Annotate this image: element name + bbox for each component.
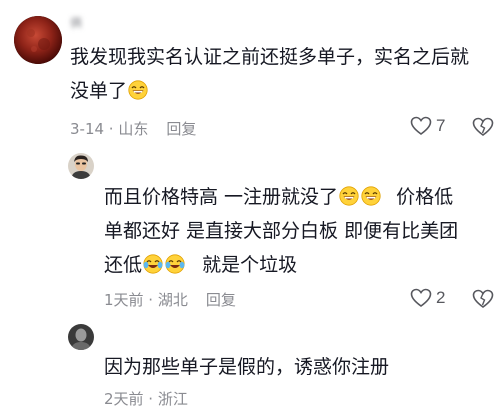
comment-text-line: 还低 就是个垃圾 [104,248,458,282]
laugh-emoji-icon [128,80,148,100]
dislike-button[interactable] [472,117,494,141]
laugh-emoji-icon [361,186,381,206]
heart-icon [410,116,432,135]
reply-button[interactable]: 回复 [166,120,196,138]
comment-date: 3-14 · 山东 [70,120,149,138]
tears-of-joy-emoji-icon [143,254,163,274]
broken-heart-icon [472,289,494,308]
heart-icon [410,288,432,307]
like-button[interactable]: 7 [410,116,445,136]
person-avatar-icon [68,153,94,179]
dislike-button[interactable] [472,289,494,313]
comment-date: 2天前 · 浙江 [104,390,188,408]
comment-meta: 2天前 · 浙江 [104,388,188,409]
moon-avatar-icon [14,16,62,64]
username[interactable]: 俩 [70,14,82,31]
comment-text: 我发现我实名认证之前还挺多单子，实名之后就 没单了 [70,40,469,108]
broken-heart-icon [472,117,494,136]
comment-date: 1天前 · 湖北 [104,291,188,309]
comment-meta: 3-14 · 山东 回复 [70,118,196,139]
like-count: 7 [436,116,446,135]
avatar[interactable] [14,16,62,64]
comment-text: 因为那些单子是假的，诱惑你注册 [104,356,390,378]
avatar[interactable] [68,324,94,350]
avatar[interactable] [68,153,94,179]
comment-text-line: 我发现我实名认证之前还挺多单子，实名之后就 [70,46,470,68]
comment-text-line: 单都还好 是直接大部分白板 即便有比美团 [104,220,459,242]
comment-text-segment: 还低 [104,254,143,276]
person-avatar-icon [68,324,94,350]
comment-text-line: 而且价格特高 一注册就没了 价格低 [104,180,458,214]
like-button[interactable]: 2 [410,288,445,308]
comment-meta: 1天前 · 湖北 回复 [104,289,236,310]
laugh-emoji-icon [339,186,359,206]
tears-of-joy-emoji-icon [165,254,185,274]
comment-text-segment: 而且价格特高 一注册就没了 [104,186,339,208]
like-count: 2 [436,288,446,307]
comment-text-segment: 价格低 [396,186,454,208]
comment-text: 而且价格特高 一注册就没了 价格低 单都还好 是直接大部分白板 即便有比美团 还… [104,180,458,282]
comment-text-segment: 就是个垃圾 [202,254,298,276]
comment-text-line: 没单了 [70,74,469,108]
comment-text-segment: 没单了 [70,80,128,102]
reply-button[interactable]: 回复 [206,291,236,309]
